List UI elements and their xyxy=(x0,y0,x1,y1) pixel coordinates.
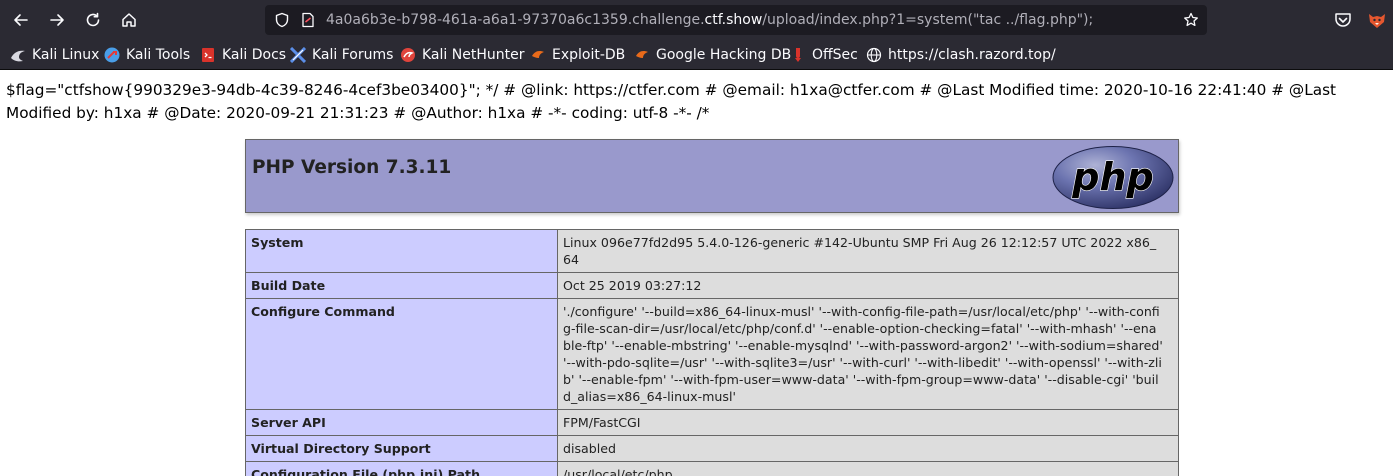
home-icon xyxy=(122,13,136,27)
bookmark-google-hacking-db[interactable]: Google Hacking DB xyxy=(634,40,791,70)
tracking-protection-shield-icon[interactable] xyxy=(274,12,290,28)
bookmark-label: Kali NetHunter xyxy=(422,47,525,63)
bookmark-label: OffSec xyxy=(812,47,858,63)
table-key: Configure Command xyxy=(245,298,558,410)
bookmark-kali-tools[interactable]: Kali Tools xyxy=(104,40,190,70)
bookmark-kali-nethunter[interactable]: Kali NetHunter xyxy=(400,40,524,70)
reload-icon xyxy=(86,12,100,27)
pocket-icon[interactable] xyxy=(1333,10,1353,30)
table-value: /usr/local/etc/php xyxy=(557,461,1179,476)
exploit-db-icon xyxy=(532,51,544,58)
table-value: FPM/FastCGI xyxy=(557,409,1179,436)
bookmark-clash-razord[interactable]: https://clash.razord.top/ xyxy=(866,40,1056,70)
kali-nethunter-icon xyxy=(401,48,415,62)
table-key: Server API xyxy=(245,409,558,436)
arrow-left-icon xyxy=(14,14,28,26)
table-key: System xyxy=(245,229,558,273)
table-value: './configure' '--build=x86_64-linux-musl… xyxy=(557,298,1179,410)
kali-dragon-icon xyxy=(11,50,25,62)
bookmark-label: Exploit-DB xyxy=(552,47,626,63)
url-host: ctf.show xyxy=(704,12,763,28)
bookmark-exploit-db[interactable]: Exploit-DB xyxy=(530,40,625,70)
table-row: Configure Command './configure' '--build… xyxy=(245,298,1179,410)
bookmark-offsec[interactable]: OffSec xyxy=(790,40,858,70)
url-text[interactable]: 4a0a6b3e-b798-461a-a6a1-97370a6c1359.cha… xyxy=(326,5,1093,35)
forward-button[interactable] xyxy=(43,6,71,34)
home-button[interactable] xyxy=(115,6,143,34)
table-row: System Linux 096e77fd2d95 5.4.0-126-gene… xyxy=(245,229,1179,273)
table-key: Virtual Directory Support xyxy=(245,435,558,462)
url-prefix: 4a0a6b3e-b798-461a-a6a1-97370a6c1359.cha… xyxy=(326,12,705,28)
table-key: Build Date xyxy=(245,272,558,299)
table-value: Linux 096e77fd2d95 5.4.0-126-generic #14… xyxy=(557,229,1179,273)
bookmark-label: Kali Forums xyxy=(312,47,394,63)
bookmark-label: Google Hacking DB xyxy=(656,47,792,63)
bookmark-label: Kali Tools xyxy=(126,47,191,63)
php-logo-icon[interactable]: php xyxy=(1052,146,1174,209)
bookmark-kali-linux[interactable]: Kali Linux xyxy=(10,40,99,70)
bookmark-label: https://clash.razord.top/ xyxy=(888,47,1056,63)
offsec-icon xyxy=(795,48,801,62)
back-button[interactable] xyxy=(7,6,35,34)
table-value: Oct 25 2019 03:27:12 xyxy=(557,272,1179,299)
url-bar[interactable]: 4a0a6b3e-b798-461a-a6a1-97370a6c1359.cha… xyxy=(265,5,1207,35)
table-value: disabled xyxy=(557,435,1179,462)
kali-forums-icon xyxy=(290,47,306,63)
table-row: Build Date Oct 25 2019 03:27:12 xyxy=(245,272,1179,299)
bookmarks-toolbar: Kali Linux Kali Tools Kali Docs Kali For… xyxy=(0,40,1393,70)
bookmark-label: Kali Docs xyxy=(222,47,287,63)
table-row: Virtual Directory Support disabled xyxy=(245,435,1179,462)
phpinfo-header: PHP Version 7.3.11 php xyxy=(245,139,1179,213)
bookmark-label: Kali Linux xyxy=(32,47,100,63)
kali-docs-icon xyxy=(202,48,214,62)
kali-tools-icon xyxy=(104,47,120,63)
globe-icon xyxy=(866,47,882,63)
extension-fox-icon[interactable] xyxy=(1366,9,1388,31)
table-row: Server API FPM/FastCGI xyxy=(245,409,1179,436)
browser-toolbar: 4a0a6b3e-b798-461a-a6a1-97370a6c1359.cha… xyxy=(0,0,1393,40)
phpinfo-table: System Linux 096e77fd2d95 5.4.0-126-gene… xyxy=(245,229,1179,476)
table-key: Configuration File (php.ini) Path xyxy=(245,461,558,476)
bookmark-star-icon[interactable] xyxy=(1183,12,1199,28)
arrow-right-icon xyxy=(50,14,64,26)
page-title: PHP Version 7.3.11 xyxy=(252,157,452,178)
table-row: Configuration File (php.ini) Path /usr/l… xyxy=(245,461,1179,476)
google-hacking-db-icon xyxy=(636,51,648,58)
php-logo-text: php xyxy=(1071,155,1153,199)
url-path: /upload/index.php?1=system("tac ../flag.… xyxy=(762,12,1094,28)
page-info-icon[interactable] xyxy=(301,12,315,28)
flag-output-text: $flag="ctfshow{990329e3-94db-4c39-8246-4… xyxy=(6,81,1337,122)
reload-button[interactable] xyxy=(79,6,107,34)
bookmark-kali-forums[interactable]: Kali Forums xyxy=(290,40,393,70)
bookmark-kali-docs[interactable]: Kali Docs xyxy=(200,40,286,70)
